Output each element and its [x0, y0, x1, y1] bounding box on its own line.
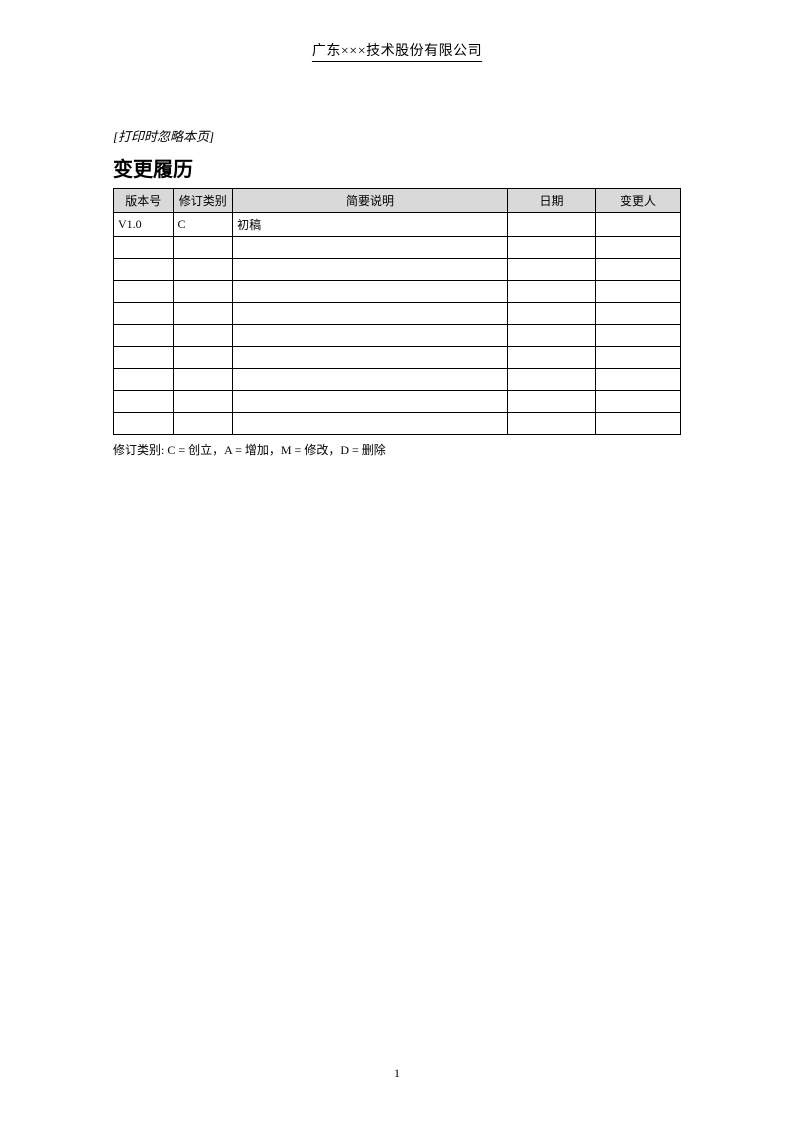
cell-revtype — [173, 347, 233, 369]
company-header: 广东×××技术股份有限公司 — [113, 40, 681, 64]
th-version: 版本号 — [114, 189, 174, 213]
cell-date — [508, 369, 596, 391]
cell-owner — [595, 213, 680, 237]
cell-summary — [233, 303, 508, 325]
table-row — [114, 369, 681, 391]
table-row — [114, 413, 681, 435]
cell-version — [114, 325, 174, 347]
cell-summary: 初稿 — [233, 213, 508, 237]
cell-date — [508, 413, 596, 435]
cell-revtype — [173, 259, 233, 281]
cell-revtype — [173, 303, 233, 325]
table-row — [114, 303, 681, 325]
table-header-row: 版本号 修订类别 简要说明 日期 变更人 — [114, 189, 681, 213]
table-row — [114, 347, 681, 369]
cell-owner — [595, 347, 680, 369]
cell-revtype — [173, 325, 233, 347]
cell-version — [114, 391, 174, 413]
cell-owner — [595, 369, 680, 391]
table-row — [114, 281, 681, 303]
cell-summary — [233, 369, 508, 391]
cell-date — [508, 281, 596, 303]
cell-version — [114, 303, 174, 325]
cell-revtype — [173, 369, 233, 391]
cell-revtype: C — [173, 213, 233, 237]
cell-summary — [233, 347, 508, 369]
th-summary: 简要说明 — [233, 189, 508, 213]
cell-summary — [233, 413, 508, 435]
revision-legend: 修订类别: C = 创立，A = 增加，M = 修改，D = 删除 — [113, 441, 681, 458]
cell-revtype — [173, 281, 233, 303]
table-row: V1.0 C 初稿 — [114, 213, 681, 237]
cell-summary — [233, 281, 508, 303]
cell-version — [114, 413, 174, 435]
cell-version — [114, 237, 174, 259]
th-owner: 变更人 — [595, 189, 680, 213]
cell-owner — [595, 325, 680, 347]
table-row — [114, 391, 681, 413]
cell-revtype — [173, 237, 233, 259]
cell-summary — [233, 237, 508, 259]
cell-date — [508, 325, 596, 347]
document-page: 广东×××技术股份有限公司 [打印时忽略本页] 变更履历 版本号 修订类别 简要… — [0, 0, 794, 458]
cell-owner — [595, 391, 680, 413]
cell-date — [508, 213, 596, 237]
cell-version — [114, 347, 174, 369]
cell-date — [508, 347, 596, 369]
cell-revtype — [173, 413, 233, 435]
change-history-table: 版本号 修订类别 简要说明 日期 变更人 V1.0 C 初稿 — [113, 188, 681, 435]
cell-summary — [233, 259, 508, 281]
cell-revtype — [173, 391, 233, 413]
skip-print-note: [打印时忽略本页] — [113, 126, 681, 145]
cell-version: V1.0 — [114, 213, 174, 237]
th-revtype: 修订类别 — [173, 189, 233, 213]
cell-owner — [595, 259, 680, 281]
cell-summary — [233, 391, 508, 413]
cell-date — [508, 391, 596, 413]
cell-version — [114, 281, 174, 303]
cell-date — [508, 259, 596, 281]
cell-date — [508, 237, 596, 259]
cell-version — [114, 259, 174, 281]
cell-version — [114, 369, 174, 391]
table-row — [114, 259, 681, 281]
cell-owner — [595, 413, 680, 435]
table-row — [114, 237, 681, 259]
cell-owner — [595, 281, 680, 303]
cell-owner — [595, 237, 680, 259]
cell-owner — [595, 303, 680, 325]
cell-date — [508, 303, 596, 325]
page-number: 1 — [0, 1066, 794, 1081]
section-title: 变更履历 — [113, 153, 681, 182]
cell-summary — [233, 325, 508, 347]
th-date: 日期 — [508, 189, 596, 213]
table-row — [114, 325, 681, 347]
